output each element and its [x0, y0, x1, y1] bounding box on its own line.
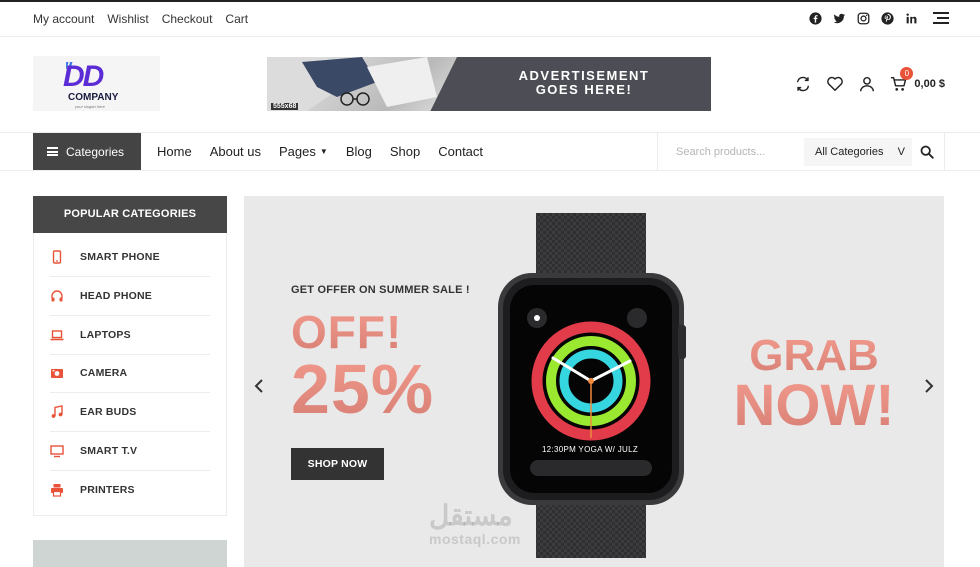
category-printers[interactable]: PRINTERS — [50, 470, 210, 509]
category-label: PRINTERS — [80, 483, 135, 496]
shop-now-button[interactable]: SHOP NOW — [291, 448, 384, 480]
advertisement-banner[interactable]: 555x68 ADVERTISEMENT GOES HERE! — [267, 57, 711, 111]
hero-off-text: OFF! — [291, 306, 403, 358]
cart-link[interactable]: Cart — [225, 12, 248, 26]
watermark: مستقل mostaql.com — [429, 500, 521, 548]
cart-count-badge: 0 — [900, 67, 914, 80]
search-input[interactable] — [664, 141, 799, 163]
categories-button[interactable]: Categories — [33, 133, 141, 170]
ad-line-2: GOES HERE! — [535, 82, 633, 97]
social-links — [809, 11, 949, 25]
category-ear-buds[interactable]: EAR BUDS — [50, 393, 210, 432]
printer-icon — [51, 483, 63, 497]
logo-slogan: your slogan here — [75, 104, 105, 109]
ad-line-1: ADVERTISEMENT — [518, 68, 650, 83]
top-links: My account Wishlist Checkout Cart — [33, 12, 248, 26]
logo-mark: DD — [63, 60, 104, 93]
category-camera[interactable]: CAMERA — [50, 354, 210, 393]
headphone-icon — [51, 290, 63, 302]
laptop-icon — [50, 330, 64, 341]
category-label: CAMERA — [80, 367, 128, 379]
camera-icon — [51, 369, 63, 378]
watermark-latin: mostaql.com — [429, 531, 521, 547]
ad-size-label: 555x68 — [271, 103, 299, 110]
instagram-icon[interactable] — [857, 12, 870, 25]
header-cart[interactable]: 0 0,00 $ — [890, 67, 945, 93]
menu-contact[interactable]: Contact — [438, 144, 483, 159]
user-icon[interactable] — [858, 75, 876, 93]
header: DD COMPANY your slogan here 555x68 ADVER… — [0, 37, 980, 133]
categories-label: Categories — [66, 144, 125, 159]
header-icons: 0 0,00 $ — [794, 67, 945, 93]
phone-icon — [52, 250, 62, 264]
ad-text: ADVERTISEMENT GOES HERE! — [499, 69, 669, 97]
menu-blog[interactable]: Blog — [346, 144, 372, 159]
search-icon[interactable] — [920, 145, 934, 159]
hero-now-text: NOW! — [699, 376, 929, 436]
cart-total: 0,00 $ — [914, 78, 945, 90]
category-smart-tv[interactable]: SMART T.V — [50, 432, 210, 471]
category-laptops[interactable]: LAPTOPS — [50, 316, 210, 355]
menu-shop[interactable]: Shop — [390, 144, 420, 159]
menu-home[interactable]: Home — [157, 144, 192, 159]
smartwatch-image — [498, 213, 686, 558]
hero-offer-text: GET OFFER ON SUMMER SALE ! — [291, 284, 470, 296]
logo[interactable]: DD COMPANY your slogan here — [33, 56, 160, 111]
popular-categories-title: POPULAR CATEGORIES — [33, 196, 227, 233]
compare-icon[interactable] — [794, 75, 812, 93]
category-label: HEAD PHONE — [80, 290, 153, 302]
hero-slider: GET OFFER ON SUMMER SALE ! OFF! 25% SHOP… — [244, 196, 944, 567]
hero-grab-text: GRAB — [714, 334, 914, 378]
menu: Home About us Pages ▼ Blog Shop Contact — [157, 144, 483, 159]
pinterest-icon[interactable] — [881, 11, 894, 25]
wishlist-heart-icon[interactable] — [826, 75, 844, 93]
menu-about-us[interactable]: About us — [210, 144, 261, 159]
music-icon — [51, 405, 63, 418]
watch-screen-text: 12:30PM YOGA W/ JULZ — [541, 445, 639, 454]
menu-pages[interactable]: Pages ▼ — [279, 144, 328, 159]
hero-percent-text: 25% — [291, 350, 435, 428]
search-bar: All Categories V — [657, 133, 945, 171]
category-select[interactable]: All Categories V — [804, 138, 912, 166]
chevron-left-icon[interactable] — [254, 379, 264, 393]
category-label: SMART T.V — [80, 445, 138, 457]
sidebar-banner[interactable] — [33, 540, 227, 567]
tv-icon — [50, 445, 64, 458]
facebook-icon[interactable] — [809, 11, 822, 25]
category-smart-phone[interactable]: SMART PHONE — [50, 238, 210, 277]
category-label: SMART PHONE — [80, 251, 160, 263]
main-nav: Categories Home About us Pages ▼ Blog Sho… — [0, 133, 980, 171]
category-select-caret: V — [897, 146, 905, 158]
popular-categories-list: SMART PHONE HEAD PHONE LAPTOPS CAMERA EA… — [33, 233, 227, 516]
category-select-value: All Categories — [815, 146, 884, 158]
menu-icon[interactable] — [933, 11, 949, 25]
twitter-icon[interactable] — [833, 12, 846, 25]
linkedin-icon[interactable] — [905, 12, 918, 25]
menu-pages-label: Pages — [279, 144, 316, 159]
wishlist-link[interactable]: Wishlist — [107, 12, 148, 26]
watermark-arabic: مستقل — [429, 500, 513, 531]
top-bar: My account Wishlist Checkout Cart — [0, 0, 980, 37]
checkout-link[interactable]: Checkout — [162, 12, 213, 26]
category-label: LAPTOPS — [80, 329, 131, 341]
chevron-down-icon: ▼ — [319, 147, 328, 156]
hamburger-icon — [47, 147, 58, 156]
category-head-phone[interactable]: HEAD PHONE — [50, 277, 210, 316]
logo-company: COMPANY — [68, 92, 119, 103]
my-account-link[interactable]: My account — [33, 12, 94, 26]
category-label: EAR BUDS — [80, 406, 137, 418]
